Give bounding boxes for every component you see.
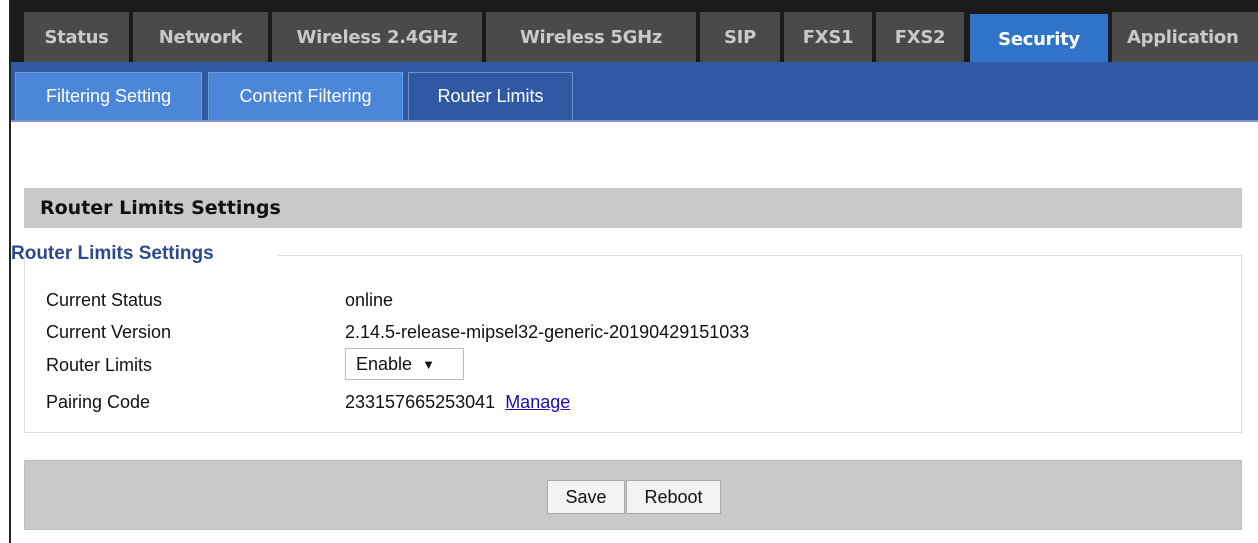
current-status-label: Current Status	[46, 290, 163, 310]
sub-nav: Filtering Setting Content Filtering Rout…	[11, 62, 1258, 122]
dropdown-arrow-icon: ▼	[422, 356, 435, 372]
fieldset-border	[278, 255, 1242, 256]
current-version-value: 2.14.5-release-mipsel32-generic-20190429…	[345, 322, 750, 342]
subtab-filtering-setting[interactable]: Filtering Setting	[15, 72, 202, 120]
pairing-code-value: 233157665253041	[345, 392, 496, 412]
top-nav: Status Network Wireless 2.4GHz Wireless …	[11, 0, 1258, 64]
router-limits-fieldset	[24, 255, 1242, 433]
subtab-router-limits[interactable]: Router Limits	[408, 72, 573, 120]
router-limits-label: Router Limits	[46, 355, 153, 375]
tab-network[interactable]: Network	[133, 12, 268, 62]
tab-wireless-5ghz[interactable]: Wireless 5GHz	[486, 12, 696, 62]
save-button[interactable]: Save	[547, 480, 625, 514]
manage-link[interactable]: Manage	[505, 392, 570, 412]
current-status-value: online	[345, 290, 394, 310]
subtab-content-filtering[interactable]: Content Filtering	[208, 72, 403, 120]
tab-security[interactable]: Security	[970, 14, 1108, 64]
current-version-label: Current Version	[46, 322, 172, 342]
pairing-code-row: 233157665253041 Manage	[345, 392, 570, 413]
tab-application[interactable]: Application	[1112, 12, 1258, 62]
pairing-code-label: Pairing Code	[46, 392, 151, 412]
section-header: Router Limits Settings	[24, 188, 1242, 228]
router-limits-select-value: Enable	[356, 353, 413, 374]
tab-fxs2[interactable]: FXS2	[876, 12, 964, 62]
tab-fxs1[interactable]: FXS1	[784, 12, 872, 62]
router-limits-select[interactable]: Enable ▼	[345, 348, 464, 380]
tab-wireless-2-4ghz[interactable]: Wireless 2.4GHz	[272, 12, 482, 62]
tab-sip[interactable]: SIP	[700, 12, 780, 62]
reboot-button[interactable]: Reboot	[626, 480, 721, 514]
fieldset-legend: Router Limits Settings	[11, 243, 214, 264]
tab-status[interactable]: Status	[24, 12, 129, 62]
